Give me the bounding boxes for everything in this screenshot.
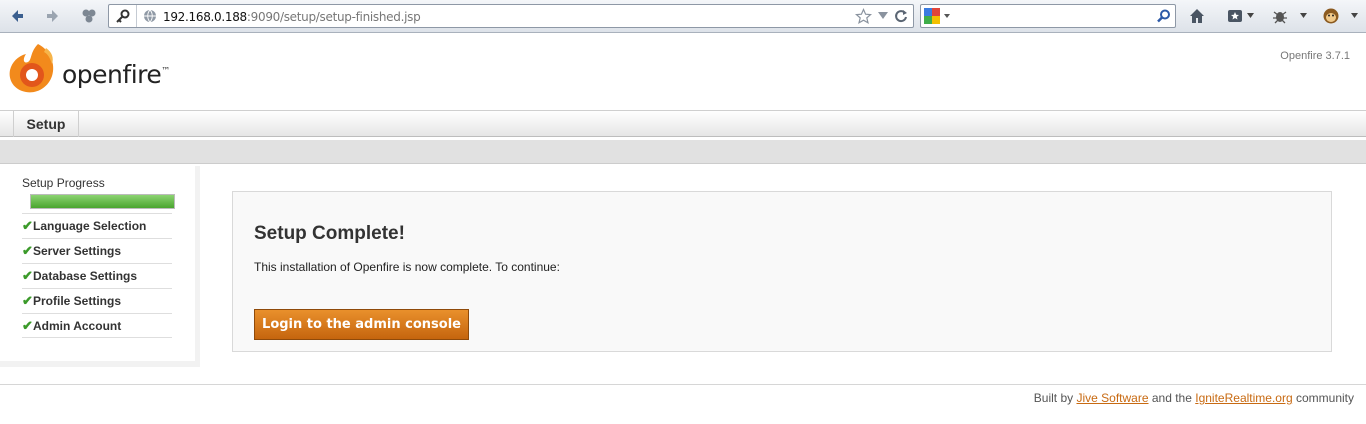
sidebar-item-label: Server Settings	[33, 244, 122, 258]
footer: Built by Jive Software and the IgniteRea…	[1034, 391, 1354, 405]
checkmark-icon: ✔	[22, 268, 33, 283]
ignite-realtime-link[interactable]: IgniteRealtime.org	[1195, 391, 1292, 405]
sidebar-item-label: Database Settings	[33, 269, 138, 283]
search-icon[interactable]	[1157, 9, 1171, 23]
url-bar[interactable]: 192.168.0.188:9090/setup/setup-finished.…	[108, 4, 914, 28]
forward-button[interactable]	[42, 5, 64, 27]
history-dropdown-icon[interactable]	[878, 12, 888, 20]
sidebar-item-server-settings[interactable]: ✔ Server Settings	[22, 238, 172, 263]
monkey-face-icon	[1323, 8, 1339, 24]
setup-complete-panel: Setup Complete! This installation of Ope…	[232, 191, 1332, 352]
wordmark-text: openfire	[62, 60, 162, 89]
search-bar[interactable]	[920, 4, 1176, 28]
home-button[interactable]	[1186, 5, 1208, 27]
sidebar-item-profile-settings[interactable]: ✔ Profile Settings	[22, 288, 172, 313]
sidebar-item-admin-account[interactable]: ✔ Admin Account	[22, 313, 172, 338]
setup-progress-title: Setup Progress	[22, 176, 105, 190]
extension-dropdown-icon[interactable]	[1300, 13, 1307, 18]
reload-icon[interactable]	[894, 9, 908, 23]
setup-progress-bar	[30, 194, 175, 209]
checkmark-icon: ✔	[22, 218, 33, 233]
url-path: :9090/setup/setup-finished.jsp	[246, 10, 421, 24]
checkmark-icon: ✔	[22, 243, 33, 258]
login-admin-console-button[interactable]: Login to the admin console	[254, 309, 469, 340]
back-arrow-icon	[12, 10, 23, 22]
openfire-flame-icon	[9, 44, 54, 93]
footer-divider	[0, 384, 1366, 385]
sidebar-item-language-selection[interactable]: ✔ Language Selection	[22, 213, 172, 238]
url-text: 192.168.0.188:9090/setup/setup-finished.…	[163, 10, 421, 24]
checkmark-icon: ✔	[22, 317, 33, 333]
bookmarks-icon	[1228, 10, 1242, 22]
progress-fill	[31, 195, 174, 208]
sidebar-item-label: Language Selection	[33, 219, 147, 233]
footer-text: community	[1295, 391, 1354, 405]
browser-toolbar: 192.168.0.188:9090/setup/setup-finished.…	[0, 0, 1366, 33]
engine-dropdown-icon[interactable]	[944, 14, 950, 18]
back-button[interactable]	[6, 5, 28, 27]
completion-message: This installation of Openfire is now com…	[254, 260, 560, 274]
home-icon	[1190, 9, 1204, 23]
jive-software-link[interactable]: Jive Software	[1076, 391, 1148, 405]
version-label: Openfire 3.7.1	[1280, 50, 1350, 62]
footer-text: and the	[1151, 391, 1192, 405]
sidebar-item-database-settings[interactable]: ✔ Database Settings	[22, 263, 172, 288]
sidebar-panel: Setup Progress ✔ Language Selection ✔ Se…	[0, 166, 195, 361]
sub-nav-bar	[0, 140, 1366, 164]
footer-text: Built by	[1033, 391, 1074, 405]
openfire-logo	[8, 42, 58, 101]
checkmark-icon: ✔	[22, 293, 33, 308]
sidebar-item-label: Admin Account	[33, 318, 122, 333]
bookmarks-button[interactable]	[1224, 5, 1246, 27]
globe-icon	[144, 9, 156, 23]
bug-icon	[1273, 11, 1287, 24]
bookmark-star-icon[interactable]	[855, 8, 872, 25]
profile-button[interactable]	[1320, 5, 1342, 27]
addon-icon	[82, 9, 96, 23]
tab-setup[interactable]: Setup	[13, 111, 79, 137]
page-title: Setup Complete!	[254, 223, 405, 244]
extension-button[interactable]	[1269, 5, 1291, 27]
forward-arrow-icon	[47, 10, 58, 22]
key-icon	[115, 9, 129, 23]
google-engine-icon[interactable]	[924, 8, 942, 25]
addon-button[interactable]	[78, 5, 100, 27]
setup-sidebar: Setup Progress ✔ Language Selection ✔ Se…	[0, 166, 200, 367]
site-identity-button[interactable]	[109, 5, 137, 27]
trademark-symbol: ™	[161, 66, 170, 77]
openfire-wordmark: openfire™	[62, 60, 170, 89]
profile-dropdown-icon[interactable]	[1351, 13, 1358, 18]
sidebar-item-label: Profile Settings	[33, 294, 122, 308]
main-tab-bar: Setup	[0, 110, 1366, 137]
url-host: 192.168.0.188	[163, 10, 247, 24]
bookmarks-dropdown-icon[interactable]	[1247, 13, 1254, 18]
